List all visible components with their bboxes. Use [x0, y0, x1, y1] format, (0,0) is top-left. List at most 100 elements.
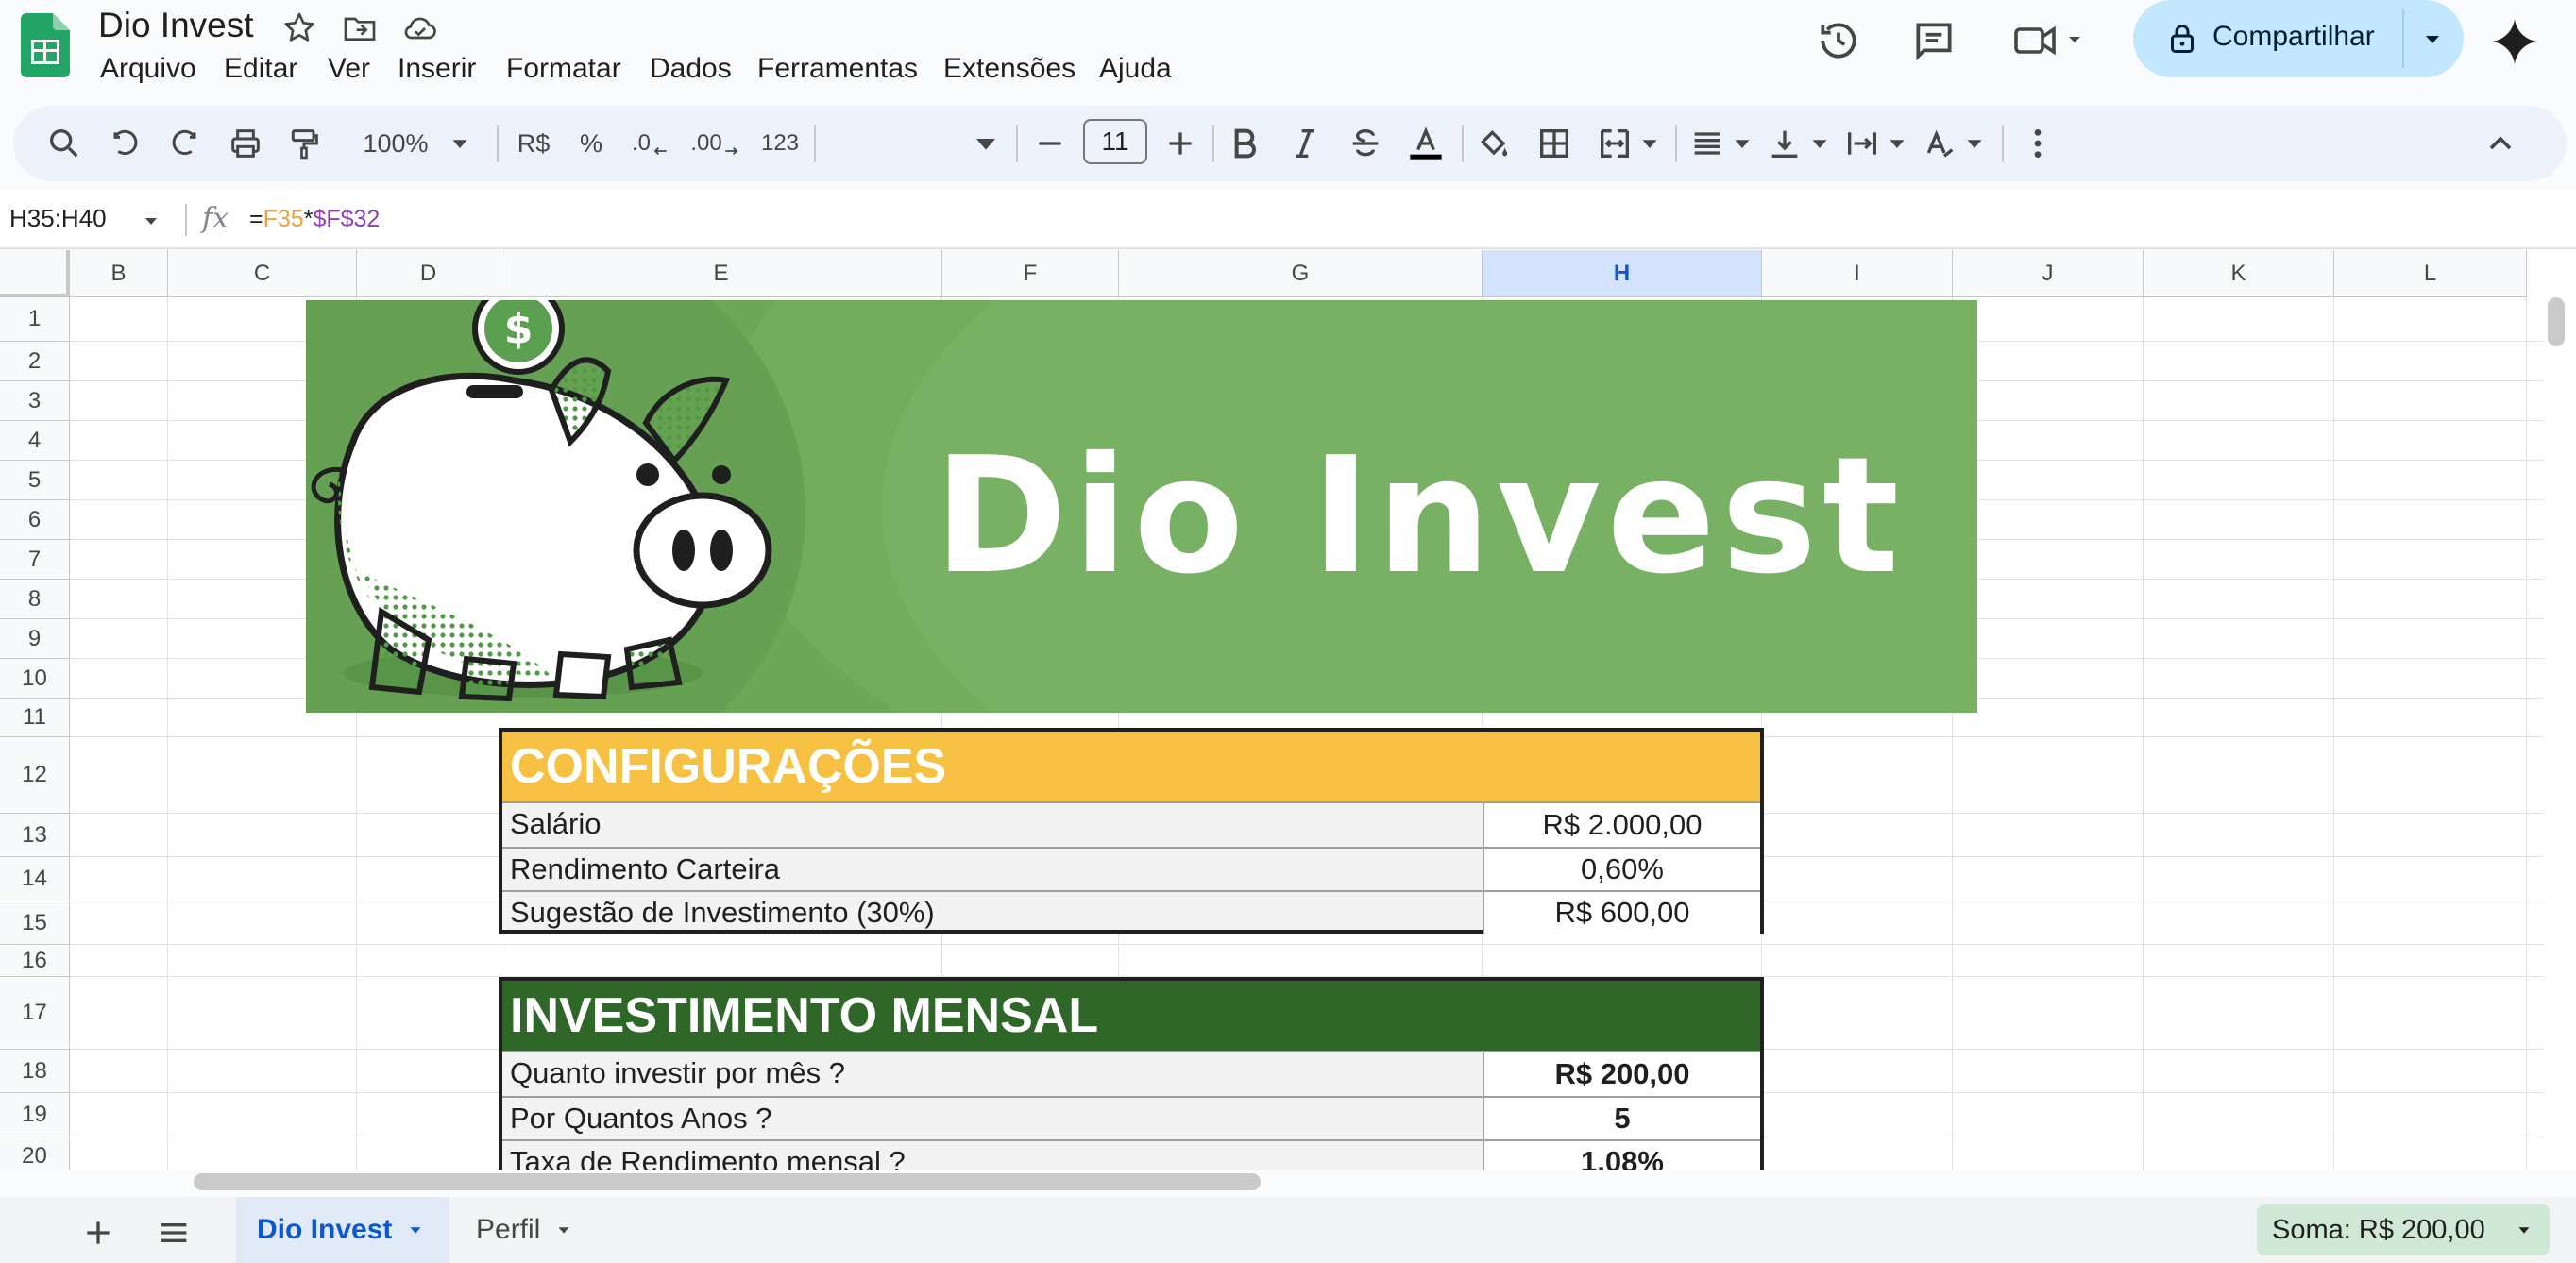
- row-header-1[interactable]: 1: [0, 297, 70, 342]
- row-header-17[interactable]: 17: [0, 977, 70, 1050]
- row-header-4[interactable]: 4: [0, 421, 70, 461]
- column-header-i[interactable]: I: [1762, 250, 1953, 297]
- config-value-sugestao[interactable]: R$ 600,00: [1483, 892, 1760, 934]
- sheet-tab-perfil[interactable]: Perfil: [459, 1197, 601, 1263]
- table-row[interactable]: Por Quantos Anos ? 5: [502, 1096, 1760, 1139]
- increase-decimal-button[interactable]: .00: [687, 123, 744, 164]
- menu-formatar[interactable]: Formatar: [506, 53, 621, 85]
- menu-ajuda[interactable]: Ajuda: [1099, 53, 1172, 85]
- spreadsheet-grid[interactable]: BCDEFGHIJKL 1 2 3 4 5 6 7 8 9 10 11 12 13 14 15 16 17 18 1…: [0, 250, 2576, 1170]
- version-history-icon[interactable]: [1815, 17, 1862, 64]
- row-header-6[interactable]: 6: [0, 500, 70, 540]
- vertical-scrollbar[interactable]: [2548, 297, 2565, 346]
- invest-value-taxa[interactable]: 1,08%: [1483, 1141, 1760, 1170]
- number-format-button[interactable]: 123: [752, 123, 808, 164]
- menu-editar[interactable]: Editar: [224, 53, 297, 85]
- text-wrapping-icon[interactable]: [1843, 123, 1881, 164]
- row-header-8[interactable]: 8: [0, 580, 70, 619]
- text-rotation-caret-icon[interactable]: [1960, 123, 1989, 164]
- text-wrapping-caret-icon[interactable]: [1883, 123, 1911, 164]
- column-header-l[interactable]: L: [2334, 250, 2527, 297]
- comments-icon[interactable]: [1910, 17, 1957, 64]
- config-value-rendimento[interactable]: 0,60%: [1483, 849, 1760, 890]
- formula-input[interactable]: =F35*$F$32: [249, 206, 380, 233]
- table-row[interactable]: Quanto investir por mês ? R$ 200,00: [502, 1051, 1760, 1096]
- percent-format-button[interactable]: %: [572, 123, 610, 164]
- column-header-j[interactable]: J: [1953, 250, 2144, 297]
- italic-icon[interactable]: [1286, 123, 1324, 164]
- row-header-18[interactable]: 18: [0, 1050, 70, 1093]
- select-all-corner[interactable]: [0, 250, 70, 297]
- paint-format-icon[interactable]: [285, 123, 323, 164]
- column-header-b[interactable]: B: [70, 250, 168, 297]
- gemini-icon[interactable]: [2490, 17, 2539, 66]
- sheets-logo-icon[interactable]: [21, 13, 70, 77]
- column-header-c[interactable]: C: [168, 250, 357, 297]
- column-header-d[interactable]: D: [357, 250, 500, 297]
- zoom-select[interactable]: 100%: [353, 123, 438, 164]
- menu-inserir[interactable]: Inserir: [398, 53, 476, 85]
- row-header-13[interactable]: 13: [0, 814, 70, 857]
- horizontal-scrollbar[interactable]: [194, 1173, 1261, 1190]
- row-header-11[interactable]: 11: [0, 699, 70, 737]
- add-sheet-icon[interactable]: [79, 1214, 117, 1252]
- cloud-saved-icon[interactable]: [401, 9, 439, 47]
- font-size-input[interactable]: 11: [1083, 119, 1147, 164]
- column-header-h[interactable]: H: [1483, 250, 1762, 297]
- sheet-tab-caret-icon[interactable]: [405, 1220, 426, 1240]
- menu-extensoes[interactable]: Extensões: [943, 53, 1076, 85]
- row-header-14[interactable]: 14: [0, 857, 70, 901]
- increase-font-size-icon[interactable]: [1161, 123, 1199, 164]
- all-sheets-icon[interactable]: [155, 1214, 193, 1252]
- currency-format-button[interactable]: R$: [510, 123, 557, 164]
- sum-caret-icon[interactable]: [2514, 1220, 2534, 1240]
- horizontal-align-caret-icon[interactable]: [1728, 123, 1756, 164]
- menu-ferramentas[interactable]: Ferramentas: [757, 53, 918, 85]
- document-title[interactable]: Dio Invest: [98, 6, 254, 45]
- text-color-icon[interactable]: [1403, 123, 1449, 164]
- row-header-16[interactable]: 16: [0, 945, 70, 977]
- merge-caret-icon[interactable]: [1635, 123, 1664, 164]
- column-header-f[interactable]: F: [942, 250, 1119, 297]
- invest-value-mensal[interactable]: R$ 200,00: [1483, 1052, 1760, 1096]
- share-dropdown-icon[interactable]: [2421, 28, 2444, 51]
- share-button[interactable]: Compartilhar: [2133, 0, 2402, 77]
- column-header-g[interactable]: G: [1119, 250, 1483, 297]
- dio-invest-banner-image[interactable]: $ Dio Invest: [306, 300, 1977, 713]
- row-header-3[interactable]: 3: [0, 381, 70, 421]
- strikethrough-icon[interactable]: [1347, 123, 1384, 164]
- horizontal-align-icon[interactable]: [1688, 123, 1726, 164]
- borders-icon[interactable]: [1535, 123, 1573, 164]
- vertical-align-caret-icon[interactable]: [1805, 123, 1834, 164]
- column-header-k[interactable]: K: [2144, 250, 2334, 297]
- table-row[interactable]: Salário R$ 2.000,00: [502, 801, 1760, 847]
- config-value-salario[interactable]: R$ 2.000,00: [1483, 803, 1760, 847]
- table-row[interactable]: Rendimento Carteira 0,60%: [502, 847, 1760, 890]
- row-header-7[interactable]: 7: [0, 540, 70, 580]
- star-icon[interactable]: [280, 9, 318, 47]
- invest-value-anos[interactable]: 5: [1483, 1098, 1760, 1139]
- table-row[interactable]: Sugestão de Investimento (30%) R$ 600,00: [502, 890, 1760, 934]
- fill-color-icon[interactable]: [1475, 123, 1513, 164]
- undo-icon[interactable]: [106, 123, 144, 164]
- row-header-9[interactable]: 9: [0, 619, 70, 659]
- row-header-20[interactable]: 20: [0, 1137, 70, 1170]
- row-header-15[interactable]: 15: [0, 901, 70, 945]
- bold-icon[interactable]: [1226, 123, 1263, 164]
- sheet-tab-dio-invest[interactable]: Dio Invest: [236, 1197, 449, 1263]
- search-menus-icon[interactable]: [45, 123, 83, 164]
- menu-arquivo[interactable]: Arquivo: [100, 53, 196, 85]
- row-header-2[interactable]: 2: [0, 342, 70, 381]
- meet-video-icon[interactable]: [2012, 17, 2088, 64]
- vertical-align-icon[interactable]: [1766, 123, 1804, 164]
- zoom-caret-icon[interactable]: [446, 123, 474, 164]
- name-box[interactable]: H35:H40: [9, 204, 107, 233]
- table-row[interactable]: Taxa de Rendimento mensal ? 1,08%: [502, 1139, 1760, 1170]
- more-options-icon[interactable]: [2019, 123, 2057, 164]
- move-folder-icon[interactable]: [341, 9, 379, 47]
- row-header-5[interactable]: 5: [0, 461, 70, 500]
- name-box-caret-icon[interactable]: [140, 210, 162, 232]
- row-header-12[interactable]: 12: [0, 737, 70, 814]
- font-family-caret-icon[interactable]: [967, 123, 1005, 164]
- merge-cells-icon[interactable]: [1596, 123, 1634, 164]
